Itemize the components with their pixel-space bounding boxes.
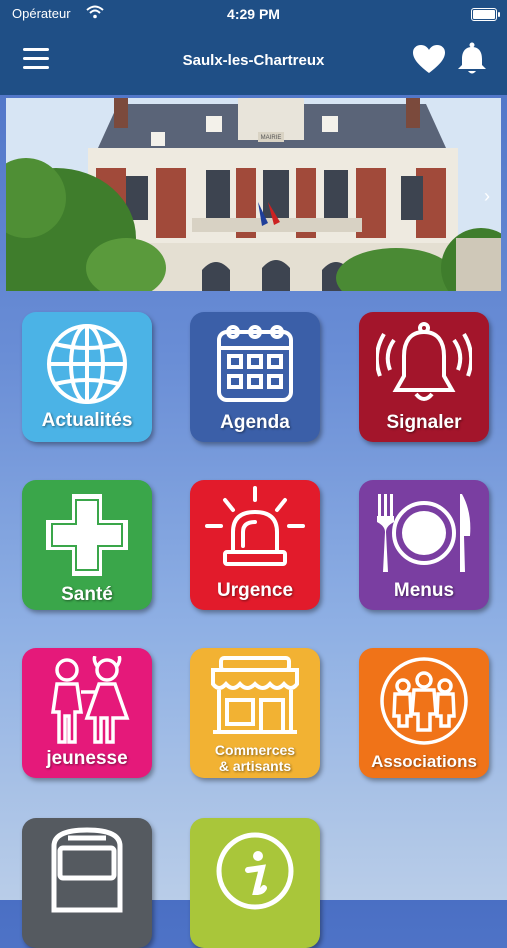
tile-signaler[interactable]: Signaler [359,312,489,442]
children-icon [50,656,130,744]
tile-menus[interactable]: Menus [359,480,489,610]
bus-icon [51,827,123,913]
tile-jeunesse-label: jeunesse [46,748,128,769]
tile-informations[interactable] [190,818,320,948]
tile-actualites[interactable]: Actualités [22,312,152,442]
notifications-bell-icon[interactable] [456,42,488,76]
tile-urgence[interactable]: Urgence [190,480,320,610]
tile-jeunesse[interactable]: jeunesse [22,648,152,778]
favorites-heart-icon[interactable] [412,44,446,74]
tile-agenda[interactable]: Agenda [190,312,320,442]
tile-associations-label: Associations [371,752,477,771]
status-bar: Opérateur 4:29 PM [0,5,507,26]
tile-sante[interactable]: Santé [22,480,152,610]
tile-signaler-label: Signaler [386,412,462,433]
info-icon [216,832,294,910]
tile-menus-label: Menus [393,580,455,601]
building-sign: MAIRIE [261,135,282,141]
tile-urgence-label: Urgence [216,580,294,601]
bell-alert-icon [376,322,472,401]
tile-agenda-label: Agenda [220,412,290,433]
battery-icon [471,8,500,21]
calendar-icon [217,325,293,402]
tile-actualites-label: Actualités [41,410,133,431]
medical-cross-icon [46,494,128,576]
town-hall-banner: MAIRIE › [6,98,501,291]
town-hall-photo: MAIRIE › [6,98,501,291]
group-icon [380,657,468,745]
tile-commerces-label-line1: Commerces [214,742,296,758]
siren-icon [205,486,305,566]
tile-associations[interactable]: Associations [359,648,489,778]
tile-commerces[interactable]: Commerces & artisants [190,648,320,778]
plate-cutlery-icon [377,494,471,572]
status-time: 4:29 PM [227,6,280,22]
app-header: Opérateur 4:29 PM Saulx-les-Chartreux [0,0,507,95]
globe-icon [47,324,127,404]
shop-icon [211,656,299,734]
tile-transport[interactable] [22,818,152,948]
banner-next-chevron[interactable]: › [484,186,490,206]
tile-commerces-label-line2: & artisants [218,758,292,774]
tile-sante-label: Santé [61,584,113,605]
